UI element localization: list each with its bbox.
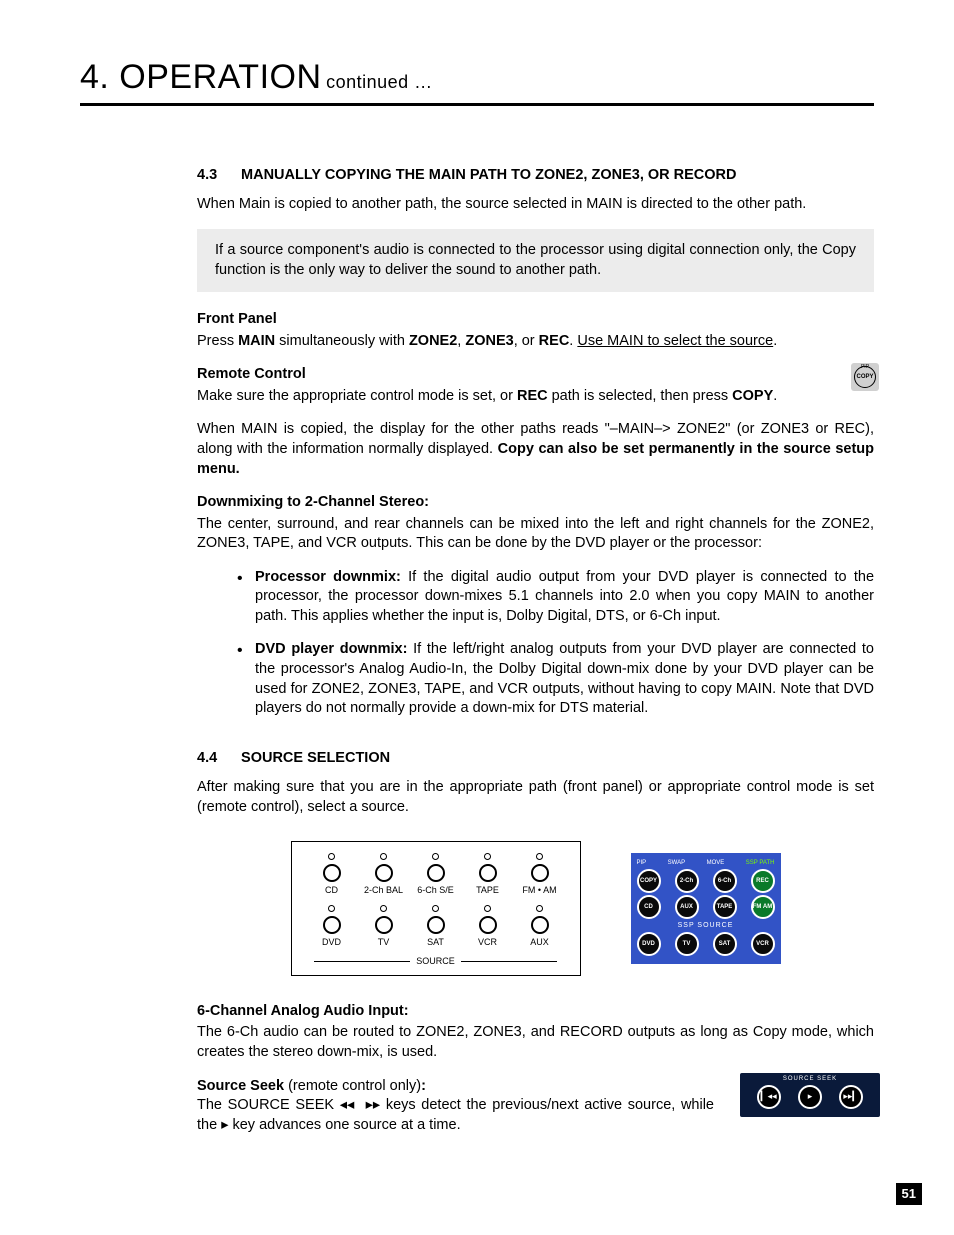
remote-button: SAT — [713, 932, 737, 956]
front-panel-text: Press MAIN simultaneously with ZONE2, ZO… — [197, 332, 874, 352]
chapter-continued: continued … — [326, 72, 433, 92]
source-seek-body: The SOURCE SEEK ◂◂ ▸▸ keys detect the pr… — [197, 1096, 714, 1135]
panel-label: TV — [358, 935, 410, 949]
rewind-icon: ◂◂ — [340, 1097, 355, 1113]
panel-label: AUX — [514, 935, 566, 949]
remote-button: CD — [637, 895, 661, 919]
remote-button: TV — [675, 932, 699, 956]
remote-button: 6-Ch — [713, 869, 737, 893]
panel-label: 2-Ch BAL — [358, 883, 410, 897]
callout-box: If a source component's audio is connect… — [197, 229, 874, 292]
front-panel-heading: Front Panel — [197, 310, 874, 330]
six-channel-body: The 6-Ch audio can be routed to ZONE2, Z… — [197, 1023, 874, 1062]
panel-label: VCR — [462, 935, 514, 949]
remote-button: 2-Ch — [675, 869, 699, 893]
ssp-source-label: SSP SOURCE — [637, 921, 775, 930]
remote-button: AUX — [675, 895, 699, 919]
forward-icon: ▸▸ — [366, 1097, 381, 1113]
copied-paragraph: When MAIN is copied, the display for the… — [197, 420, 874, 479]
play-icon: ▸ — [798, 1085, 822, 1109]
list-item: Processor downmix: If the digital audio … — [237, 568, 874, 627]
chapter-header: 4. OPERATION continued … — [80, 55, 874, 106]
panel-label: TAPE — [462, 883, 514, 897]
remote-button: TAPE — [713, 895, 737, 919]
front-panel-block: Front Panel Press MAIN simultaneously wi… — [197, 310, 874, 351]
panel-label: SAT — [410, 935, 462, 949]
section-title: SOURCE SELECTION — [241, 750, 390, 766]
remote-button: COPY — [637, 869, 661, 893]
six-channel-block: 6-Channel Analog Audio Input: The 6-Ch a… — [197, 1002, 874, 1063]
remote-button: VCR — [751, 932, 775, 956]
remote-diagram: PIP SWAP MOVE SSP PATH COPY 2-Ch 6-Ch RE… — [631, 853, 781, 965]
panel-table: CD 2-Ch BAL 6-Ch S/E TAPE FM • AM DVD TV… — [306, 852, 566, 948]
source-seek-block: Source Seek (remote control only): The S… — [197, 1077, 874, 1136]
diagram-row: CD 2-Ch BAL 6-Ch S/E TAPE FM • AM DVD TV… — [197, 841, 874, 975]
panel-label: CD — [306, 883, 358, 897]
remote-control-text: Make sure the appropriate control mode i… — [197, 387, 834, 407]
source-label: SOURCE — [306, 955, 566, 967]
remote-button: REC — [751, 869, 775, 893]
section-number: 4.3 — [197, 166, 237, 186]
section-4-4-heading: 4.4 SOURCE SELECTION — [197, 749, 874, 769]
downmix-bullets: Processor downmix: If the digital audio … — [197, 568, 874, 719]
intro-paragraph: When Main is copied to another path, the… — [197, 195, 874, 215]
remote-button: FM AM — [751, 895, 775, 919]
panel-label: DVD — [306, 935, 358, 949]
section-4-3-heading: 4.3 MANUALLY COPYING THE MAIN PATH TO ZO… — [197, 166, 874, 186]
panel-label: FM • AM — [514, 883, 566, 897]
section-number: 4.4 — [197, 749, 237, 769]
six-channel-heading: 6-Channel Analog Audio Input: — [197, 1002, 874, 1022]
page-number: 51 — [896, 1183, 922, 1205]
section-title: MANUALLY COPYING THE MAIN PATH TO ZONE2,… — [241, 167, 736, 183]
remote-control-heading: Remote Control — [197, 365, 834, 385]
downmix-body: The center, surround, and rear channels … — [197, 515, 874, 554]
copy-button-icon: PIP COPY — [851, 363, 879, 391]
downmix-heading: Downmixing to 2-Channel Stereo: — [197, 493, 874, 513]
skip-back-icon: ▎◂◂ — [757, 1085, 781, 1109]
panel-label: 6-Ch S/E — [410, 883, 462, 897]
skip-forward-icon: ▸▸▎ — [839, 1085, 863, 1109]
front-panel-diagram: CD 2-Ch BAL 6-Ch S/E TAPE FM • AM DVD TV… — [291, 841, 581, 975]
page-content: 4.3 MANUALLY COPYING THE MAIN PATH TO ZO… — [197, 166, 874, 1135]
chapter-title: 4. OPERATION — [80, 58, 322, 96]
seek-label: SOURCE SEEK — [740, 1075, 880, 1083]
section-4-4-intro: After making sure that you are in the ap… — [197, 778, 874, 817]
remote-control-block: Remote Control Make sure the appropriate… — [197, 365, 874, 406]
list-item: DVD player downmix: If the left/right an… — [237, 640, 874, 718]
remote-button: DVD — [637, 932, 661, 956]
downmix-block: Downmixing to 2-Channel Stereo: The cent… — [197, 493, 874, 554]
source-seek-diagram: SOURCE SEEK ▎◂◂ ▸ ▸▸▎ — [740, 1073, 880, 1117]
source-seek-heading: Source Seek (remote control only): — [197, 1077, 714, 1097]
